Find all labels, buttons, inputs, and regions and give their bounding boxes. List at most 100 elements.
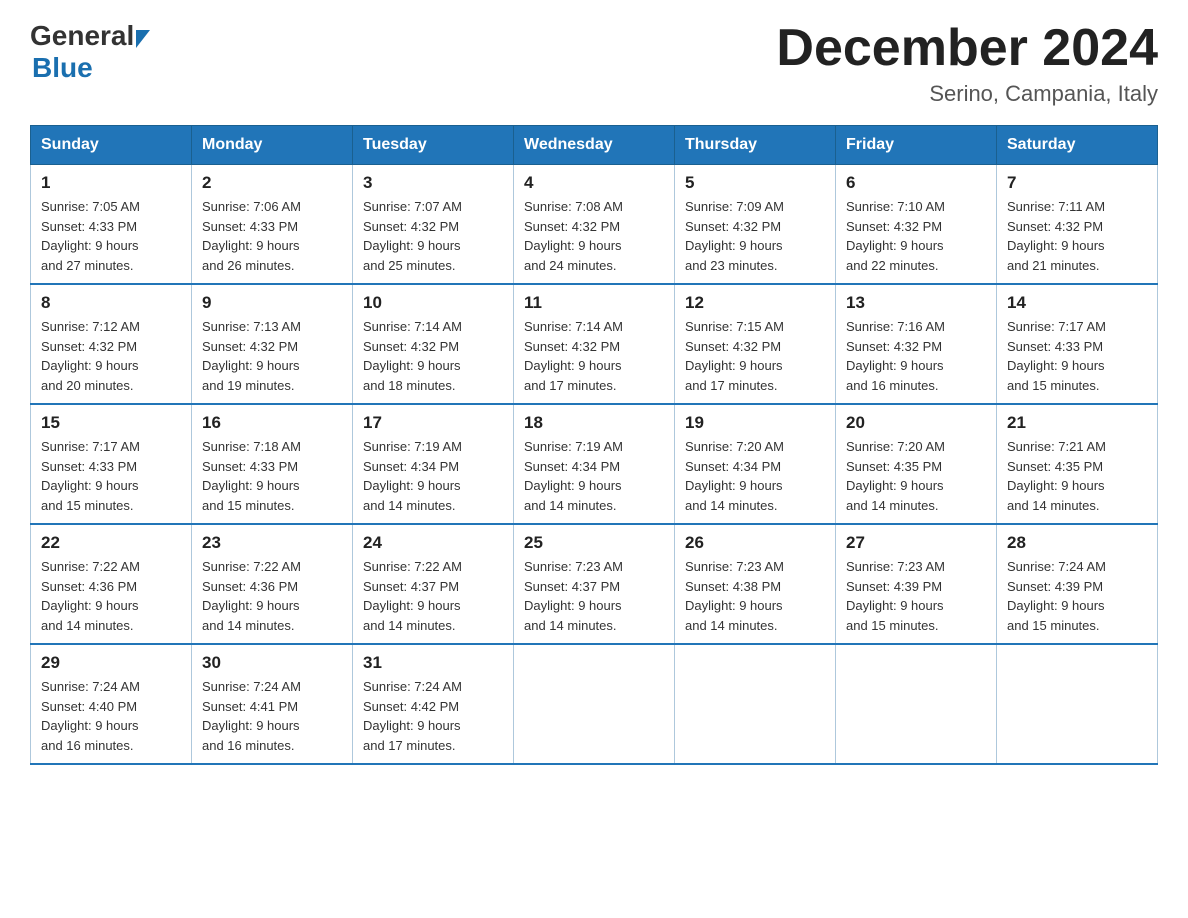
calendar-cell: 21 Sunrise: 7:21 AMSunset: 4:35 PMDayligh… [997, 404, 1158, 524]
logo-general-text: General [30, 20, 134, 52]
calendar-cell [997, 644, 1158, 764]
day-number: 19 [685, 413, 825, 433]
calendar-cell: 24Sunrise: 7:22 AMSunset: 4:37 PMDayligh… [353, 524, 514, 644]
day-info: Sunrise: 7:24 AMSunset: 4:41 PMDaylight:… [202, 677, 342, 755]
day-info: Sunrise: 7:13 AMSunset: 4:32 PMDaylight:… [202, 317, 342, 395]
calendar-cell: 18 Sunrise: 7:19 AMSunset: 4:34 PMDayligh… [514, 404, 675, 524]
logo-arrow-icon [136, 30, 150, 48]
day-info: Sunrise: 7:06 AMSunset: 4:33 PMDaylight:… [202, 197, 342, 275]
calendar-cell [675, 644, 836, 764]
calendar-cell: 13 Sunrise: 7:16 AMSunset: 4:32 PMDayligh… [836, 284, 997, 404]
header-sunday: Sunday [31, 126, 192, 165]
calendar-cell [836, 644, 997, 764]
day-number: 17 [363, 413, 503, 433]
day-number: 27 [846, 533, 986, 553]
calendar-cell: 3 Sunrise: 7:07 AMSunset: 4:32 PMDaylight… [353, 165, 514, 285]
day-info: Sunrise: 7:10 AMSunset: 4:32 PMDaylight:… [846, 197, 986, 275]
day-info: Sunrise: 7:15 AMSunset: 4:32 PMDaylight:… [685, 317, 825, 395]
header-friday: Friday [836, 126, 997, 165]
day-info: Sunrise: 7:19 AMSunset: 4:34 PMDaylight:… [524, 437, 664, 515]
day-number: 6 [846, 173, 986, 193]
calendar-cell: 19 Sunrise: 7:20 AMSunset: 4:34 PMDayligh… [675, 404, 836, 524]
location-text: Serino, Campania, Italy [776, 81, 1158, 107]
day-number: 20 [846, 413, 986, 433]
calendar-cell: 17 Sunrise: 7:19 AMSunset: 4:34 PMDayligh… [353, 404, 514, 524]
day-number: 5 [685, 173, 825, 193]
calendar-cell: 27 Sunrise: 7:23 AMSunset: 4:39 PMDayligh… [836, 524, 997, 644]
calendar-table: SundayMondayTuesdayWednesdayThursdayFrid… [30, 125, 1158, 765]
day-info: Sunrise: 7:17 AMSunset: 4:33 PMDaylight:… [1007, 317, 1147, 395]
calendar-cell: 12Sunrise: 7:15 AMSunset: 4:32 PMDayligh… [675, 284, 836, 404]
day-info: Sunrise: 7:20 AMSunset: 4:34 PMDaylight:… [685, 437, 825, 515]
day-number: 16 [202, 413, 342, 433]
day-number: 9 [202, 293, 342, 313]
day-info: Sunrise: 7:12 AMSunset: 4:32 PMDaylight:… [41, 317, 181, 395]
calendar-cell: 14 Sunrise: 7:17 AMSunset: 4:33 PMDayligh… [997, 284, 1158, 404]
day-number: 30 [202, 653, 342, 673]
day-info: Sunrise: 7:23 AMSunset: 4:38 PMDaylight:… [685, 557, 825, 635]
calendar-cell: 31Sunrise: 7:24 AMSunset: 4:42 PMDayligh… [353, 644, 514, 764]
day-number: 25 [524, 533, 664, 553]
day-number: 21 [1007, 413, 1147, 433]
header-monday: Monday [192, 126, 353, 165]
week-row-3: 15 Sunrise: 7:17 AMSunset: 4:33 PMDayligh… [31, 404, 1158, 524]
header-thursday: Thursday [675, 126, 836, 165]
header-wednesday: Wednesday [514, 126, 675, 165]
calendar-cell: 10 Sunrise: 7:14 AMSunset: 4:32 PMDayligh… [353, 284, 514, 404]
day-info: Sunrise: 7:23 AMSunset: 4:37 PMDaylight:… [524, 557, 664, 635]
calendar-cell [514, 644, 675, 764]
day-number: 10 [363, 293, 503, 313]
day-number: 1 [41, 173, 181, 193]
week-row-4: 22Sunrise: 7:22 AMSunset: 4:36 PMDayligh… [31, 524, 1158, 644]
day-info: Sunrise: 7:07 AMSunset: 4:32 PMDaylight:… [363, 197, 503, 275]
day-number: 26 [685, 533, 825, 553]
day-info: Sunrise: 7:19 AMSunset: 4:34 PMDaylight:… [363, 437, 503, 515]
day-info: Sunrise: 7:14 AMSunset: 4:32 PMDaylight:… [363, 317, 503, 395]
day-info: Sunrise: 7:22 AMSunset: 4:36 PMDaylight:… [41, 557, 181, 635]
logo-blue-text: Blue [32, 52, 150, 84]
day-number: 4 [524, 173, 664, 193]
day-info: Sunrise: 7:24 AMSunset: 4:42 PMDaylight:… [363, 677, 503, 755]
calendar-cell: 11 Sunrise: 7:14 AMSunset: 4:32 PMDayligh… [514, 284, 675, 404]
header-tuesday: Tuesday [353, 126, 514, 165]
day-number: 8 [41, 293, 181, 313]
calendar-header-row: SundayMondayTuesdayWednesdayThursdayFrid… [31, 126, 1158, 165]
day-info: Sunrise: 7:16 AMSunset: 4:32 PMDaylight:… [846, 317, 986, 395]
calendar-cell: 30 Sunrise: 7:24 AMSunset: 4:41 PMDayligh… [192, 644, 353, 764]
calendar-cell: 1 Sunrise: 7:05 AMSunset: 4:33 PMDaylight… [31, 165, 192, 285]
day-number: 15 [41, 413, 181, 433]
title-section: December 2024 Serino, Campania, Italy [776, 20, 1158, 107]
calendar-cell: 20 Sunrise: 7:20 AMSunset: 4:35 PMDayligh… [836, 404, 997, 524]
day-info: Sunrise: 7:11 AMSunset: 4:32 PMDaylight:… [1007, 197, 1147, 275]
calendar-cell: 16 Sunrise: 7:18 AMSunset: 4:33 PMDayligh… [192, 404, 353, 524]
day-info: Sunrise: 7:17 AMSunset: 4:33 PMDaylight:… [41, 437, 181, 515]
day-info: Sunrise: 7:21 AMSunset: 4:35 PMDaylight:… [1007, 437, 1147, 515]
day-number: 2 [202, 173, 342, 193]
day-info: Sunrise: 7:23 AMSunset: 4:39 PMDaylight:… [846, 557, 986, 635]
day-info: Sunrise: 7:09 AMSunset: 4:32 PMDaylight:… [685, 197, 825, 275]
calendar-cell: 15 Sunrise: 7:17 AMSunset: 4:33 PMDayligh… [31, 404, 192, 524]
calendar-cell: 9 Sunrise: 7:13 AMSunset: 4:32 PMDaylight… [192, 284, 353, 404]
day-number: 14 [1007, 293, 1147, 313]
day-info: Sunrise: 7:20 AMSunset: 4:35 PMDaylight:… [846, 437, 986, 515]
day-number: 7 [1007, 173, 1147, 193]
day-info: Sunrise: 7:08 AMSunset: 4:32 PMDaylight:… [524, 197, 664, 275]
day-number: 11 [524, 293, 664, 313]
day-number: 13 [846, 293, 986, 313]
month-title: December 2024 [776, 20, 1158, 77]
day-info: Sunrise: 7:14 AMSunset: 4:32 PMDaylight:… [524, 317, 664, 395]
header-saturday: Saturday [997, 126, 1158, 165]
day-info: Sunrise: 7:05 AMSunset: 4:33 PMDaylight:… [41, 197, 181, 275]
day-number: 3 [363, 173, 503, 193]
day-info: Sunrise: 7:18 AMSunset: 4:33 PMDaylight:… [202, 437, 342, 515]
calendar-cell: 26 Sunrise: 7:23 AMSunset: 4:38 PMDayligh… [675, 524, 836, 644]
day-number: 18 [524, 413, 664, 433]
calendar-cell: 2 Sunrise: 7:06 AMSunset: 4:33 PMDaylight… [192, 165, 353, 285]
page-header: General Blue December 2024 Serino, Campa… [30, 20, 1158, 107]
week-row-5: 29Sunrise: 7:24 AMSunset: 4:40 PMDayligh… [31, 644, 1158, 764]
calendar-cell: 28Sunrise: 7:24 AMSunset: 4:39 PMDayligh… [997, 524, 1158, 644]
calendar-cell: 5 Sunrise: 7:09 AMSunset: 4:32 PMDaylight… [675, 165, 836, 285]
day-number: 29 [41, 653, 181, 673]
calendar-cell: 4 Sunrise: 7:08 AMSunset: 4:32 PMDaylight… [514, 165, 675, 285]
day-info: Sunrise: 7:22 AMSunset: 4:36 PMDaylight:… [202, 557, 342, 635]
